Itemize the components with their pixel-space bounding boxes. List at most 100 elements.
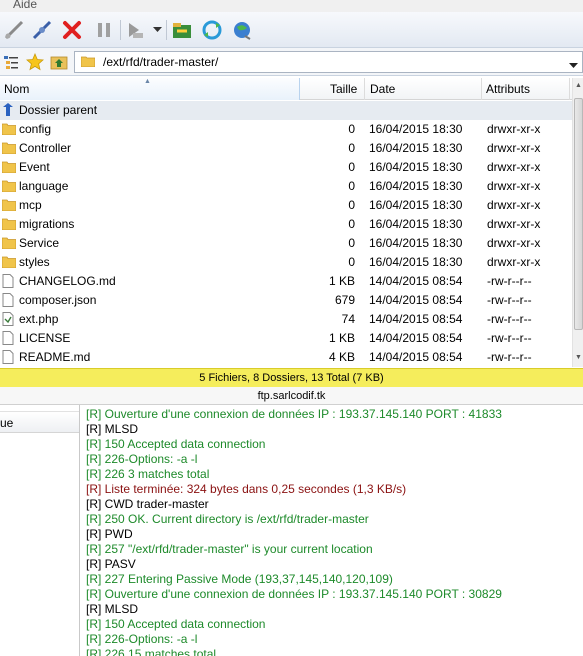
refresh-folder-icon[interactable] xyxy=(170,18,194,42)
column-size[interactable]: Taille xyxy=(330,82,357,96)
file-attributes: -rw-r--r-- xyxy=(487,293,532,307)
file-row[interactable]: CHANGELOG.md 1 KB 14/04/2015 08:54 -rw-r--r… xyxy=(0,272,572,291)
folder-icon xyxy=(1,141,17,155)
file-row[interactable]: mcp 0 16/04/2015 18:30 drwxr-xr-x xyxy=(0,196,572,215)
folder-up-icon[interactable] xyxy=(50,53,68,74)
favorites-star-icon[interactable] xyxy=(26,52,44,74)
log-line: [R] MLSD xyxy=(86,422,139,436)
file-attributes: drwxr-xr-x xyxy=(487,198,541,212)
column-attributes[interactable]: Attributs xyxy=(486,82,530,96)
column-header: ▲ Nom Taille Date Attributs xyxy=(0,78,572,100)
file-date: 16/04/2015 18:30 xyxy=(369,198,463,212)
file-attributes: -rw-r--r-- xyxy=(487,312,532,326)
file-size: 4 KB xyxy=(328,350,355,364)
log-line: [R] PWD xyxy=(86,527,133,541)
file-size: 1 KB xyxy=(328,274,355,288)
folder-icon xyxy=(1,179,17,193)
file-row[interactable]: Event 0 16/04/2015 18:30 drwxr-xr-x xyxy=(0,158,572,177)
php-file-icon xyxy=(2,312,16,326)
log-line: [R] CWD trader-master xyxy=(86,497,209,511)
tree-view-icon[interactable] xyxy=(3,54,19,73)
connect-icon[interactable] xyxy=(2,18,26,42)
file-date: 16/04/2015 18:30 xyxy=(369,179,463,193)
file-icon xyxy=(2,274,16,288)
file-date: 14/04/2015 08:54 xyxy=(369,293,463,307)
file-date: 14/04/2015 08:54 xyxy=(369,350,463,364)
menu-aide[interactable]: Aide xyxy=(13,0,37,11)
file-list: ▲ Nom Taille Date Attributs Dossier pare… xyxy=(0,78,583,367)
file-row[interactable]: Controller 0 16/04/2015 18:30 drwxr-xr-x xyxy=(0,139,572,158)
file-row[interactable]: Service 0 16/04/2015 18:30 drwxr-xr-x xyxy=(0,234,572,253)
pause-icon[interactable] xyxy=(92,18,116,42)
web-icon[interactable] xyxy=(230,18,254,42)
file-name: language xyxy=(19,179,69,193)
queue-header[interactable]: ue xyxy=(0,411,79,433)
file-row[interactable]: LICENSE 1 KB 14/04/2015 08:54 -rw-r--r-- xyxy=(0,329,572,348)
path-input[interactable]: /ext/rfd/trader-master/ xyxy=(74,51,583,73)
file-attributes: drwxr-xr-x xyxy=(487,122,541,136)
file-name: Controller xyxy=(19,141,72,155)
file-row[interactable]: ext.php 74 14/04/2015 08:54 -rw-r--r-- xyxy=(0,310,572,329)
file-attributes: drwxr-xr-x xyxy=(487,236,541,250)
abort-icon[interactable] xyxy=(60,18,84,42)
menu-bar: Aide xyxy=(0,0,583,12)
file-date: 16/04/2015 18:30 xyxy=(369,217,463,231)
file-name: migrations xyxy=(19,217,75,231)
file-attributes: drwxr-xr-x xyxy=(487,217,541,231)
address-bar: /ext/rfd/trader-master/ xyxy=(0,48,583,76)
disconnect-icon[interactable] xyxy=(30,18,54,42)
file-date: 16/04/2015 18:30 xyxy=(369,141,463,155)
log-line: [R] 226-Options: -a -l xyxy=(86,452,198,466)
transfer-icon[interactable] xyxy=(124,18,148,42)
scroll-up-icon[interactable]: ▲ xyxy=(575,82,582,89)
file-name: README.md xyxy=(19,350,91,364)
sync-icon[interactable] xyxy=(200,18,224,42)
log-line: [R] 227 Entering Passive Mode (193,37,14… xyxy=(86,572,393,586)
file-size: 0 xyxy=(348,198,355,212)
sort-ascending-icon: ▲ xyxy=(144,78,151,85)
file-name: Event xyxy=(19,160,50,174)
dropdown-icon[interactable] xyxy=(150,18,164,42)
log-line: [R] 226 15 matches total xyxy=(86,647,217,656)
log-line: [R] PASV xyxy=(86,557,136,571)
log-line: [R] Liste terminée: 324 bytes dans 0,25 … xyxy=(86,482,407,496)
file-row[interactable]: README.md 4 KB 14/04/2015 08:54 -rw-r--r-- xyxy=(0,348,572,367)
file-row[interactable]: composer.json 679 14/04/2015 08:54 -rw-r--r… xyxy=(0,291,572,310)
status-host: ftp.sarlcodif.tk xyxy=(0,387,583,405)
file-name: LICENSE xyxy=(19,331,71,345)
file-name: Service xyxy=(19,236,60,250)
file-name: ext.php xyxy=(19,312,59,326)
file-attributes: drwxr-xr-x xyxy=(487,141,541,155)
file-row[interactable]: migrations 0 16/04/2015 18:30 drwxr-xr-x xyxy=(0,215,572,234)
file-size: 0 xyxy=(348,217,355,231)
file-size: 679 xyxy=(334,293,355,307)
file-size: 1 KB xyxy=(328,331,355,345)
file-attributes: drwxr-xr-x xyxy=(487,160,541,174)
file-date: 14/04/2015 08:54 xyxy=(369,312,463,326)
log-line: [R] 257 "/ext/rfd/trader-master" is your… xyxy=(86,542,373,556)
parent-folder-row[interactable]: Dossier parent xyxy=(0,101,572,120)
file-size: 0 xyxy=(348,141,355,155)
file-row[interactable]: config 0 16/04/2015 18:30 drwxr-xr-x xyxy=(0,120,572,139)
scroll-down-icon[interactable]: ▼ xyxy=(575,354,582,361)
folder-icon xyxy=(1,122,17,136)
log-line: [R] 150 Accepted data connection xyxy=(86,437,266,451)
file-row[interactable]: language 0 16/04/2015 18:30 drwxr-xr-x xyxy=(0,177,572,196)
file-name: styles xyxy=(19,255,50,269)
log-line: [R] Ouverture d'une connexion de données… xyxy=(86,407,502,421)
folder-icon xyxy=(1,236,17,250)
file-attributes: drwxr-xr-x xyxy=(487,179,541,193)
column-date[interactable]: Date xyxy=(370,82,395,96)
file-row[interactable]: styles 0 16/04/2015 18:30 drwxr-xr-x xyxy=(0,253,572,272)
parent-folder-icon xyxy=(2,103,16,117)
file-date: 16/04/2015 18:30 xyxy=(369,122,463,136)
chevron-down-icon[interactable] xyxy=(569,58,578,72)
file-date: 16/04/2015 18:30 xyxy=(369,160,463,174)
status-summary: 5 Fichiers, 8 Dossiers, 13 Total (7 KB) xyxy=(0,368,583,387)
vertical-scrollbar[interactable]: ▲ ▼ xyxy=(572,78,583,367)
file-icon xyxy=(2,293,16,307)
scrollbar-thumb[interactable] xyxy=(574,98,583,330)
file-attributes: drwxr-xr-x xyxy=(487,255,541,269)
folder-icon xyxy=(80,55,96,70)
file-size: 0 xyxy=(348,160,355,174)
